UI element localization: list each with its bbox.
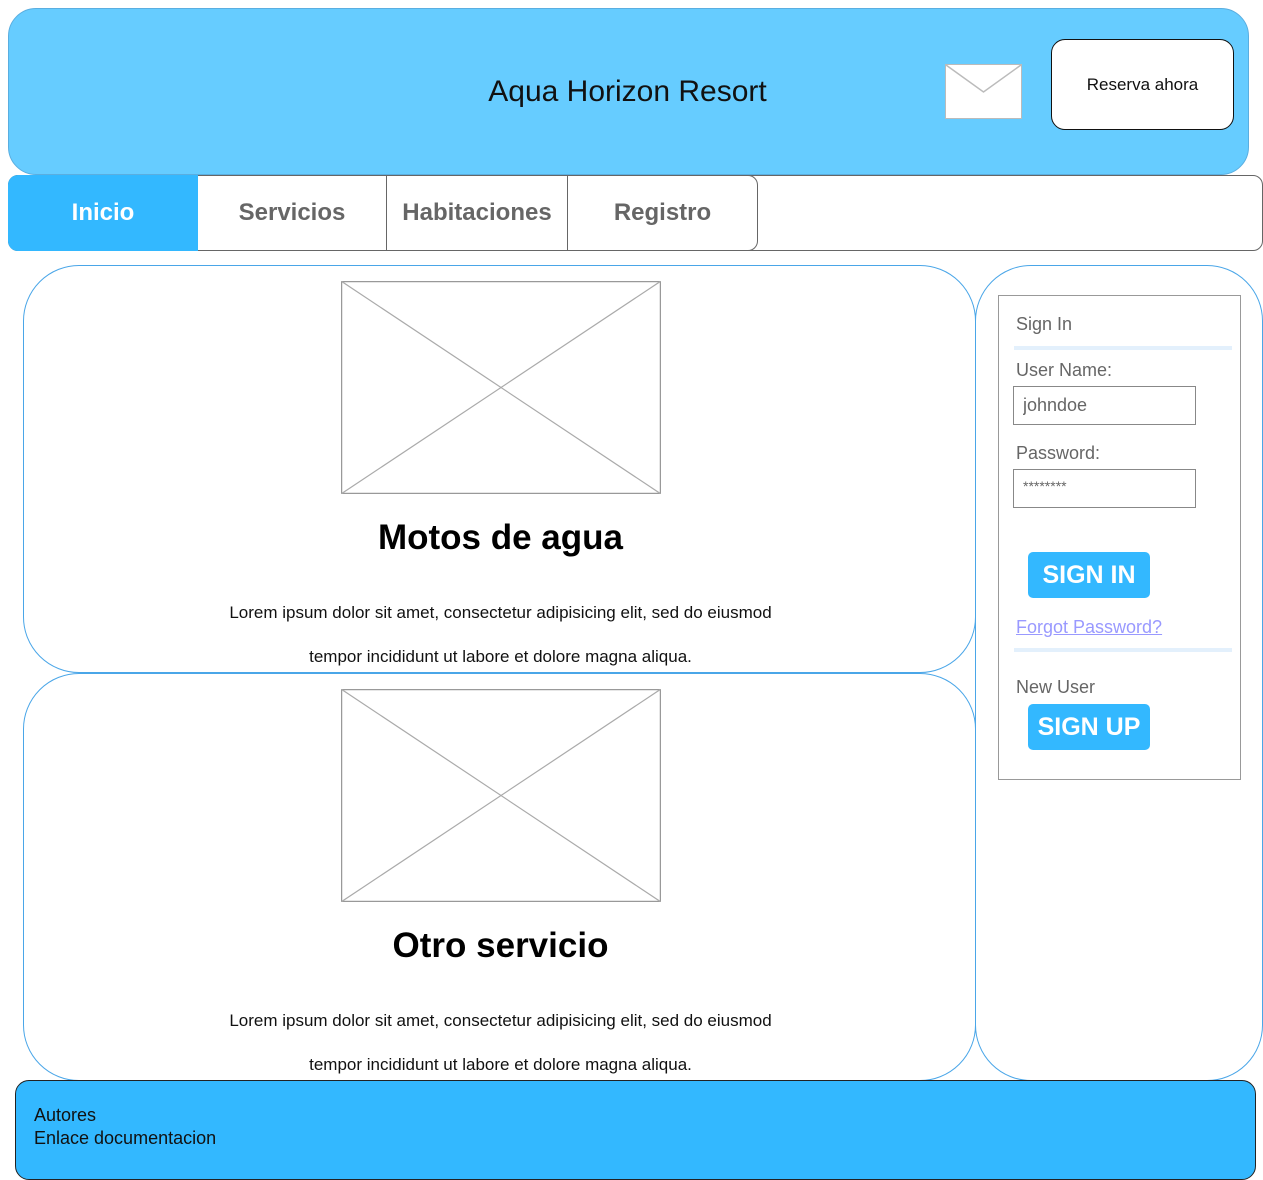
footer-authors-link[interactable]: Autores (34, 1104, 96, 1126)
tab-servicios[interactable]: Servicios (198, 175, 387, 251)
tab-inicio[interactable]: Inicio (8, 175, 198, 251)
password-input[interactable]: ******** (1013, 469, 1196, 508)
sign-up-button[interactable]: SIGN UP (1028, 704, 1150, 750)
card-description-line: tempor incididunt ut labore et dolore ma… (309, 1055, 692, 1074)
username-label: User Name: (1016, 360, 1113, 380)
password-label: Password: (1016, 443, 1101, 463)
divider (1014, 648, 1232, 652)
card-title: Motos de agua (377, 518, 624, 557)
tab-habitaciones[interactable]: Habitaciones (387, 175, 568, 251)
envelope-icon[interactable] (945, 64, 1022, 119)
card-description-line: Lorem ipsum dolor sit amet, consectetur … (229, 603, 772, 622)
image-placeholder (340, 280, 662, 495)
tab-registro[interactable]: Registro (568, 175, 758, 251)
new-user-label: New User (1016, 677, 1096, 697)
reserve-now-button[interactable]: Reserva ahora (1051, 39, 1234, 130)
divider (1014, 346, 1232, 350)
card-description-line: tempor incididunt ut labore et dolore ma… (309, 647, 692, 666)
forgot-password-link[interactable]: Forgot Password? (1016, 617, 1162, 638)
service-card: Otro servicio Lorem ipsum dolor sit amet… (23, 673, 976, 1081)
signin-heading: Sign In (1016, 314, 1073, 334)
service-card: Motos de agua Lorem ipsum dolor sit amet… (23, 265, 976, 673)
username-input[interactable] (1013, 386, 1196, 425)
footer-documentation-link[interactable]: Enlace documentacion (34, 1127, 216, 1149)
sign-in-button[interactable]: SIGN IN (1028, 552, 1150, 598)
card-title: Otro servicio (392, 926, 609, 965)
image-placeholder (340, 688, 662, 903)
card-description-line: Lorem ipsum dolor sit amet, consectetur … (229, 1011, 772, 1030)
